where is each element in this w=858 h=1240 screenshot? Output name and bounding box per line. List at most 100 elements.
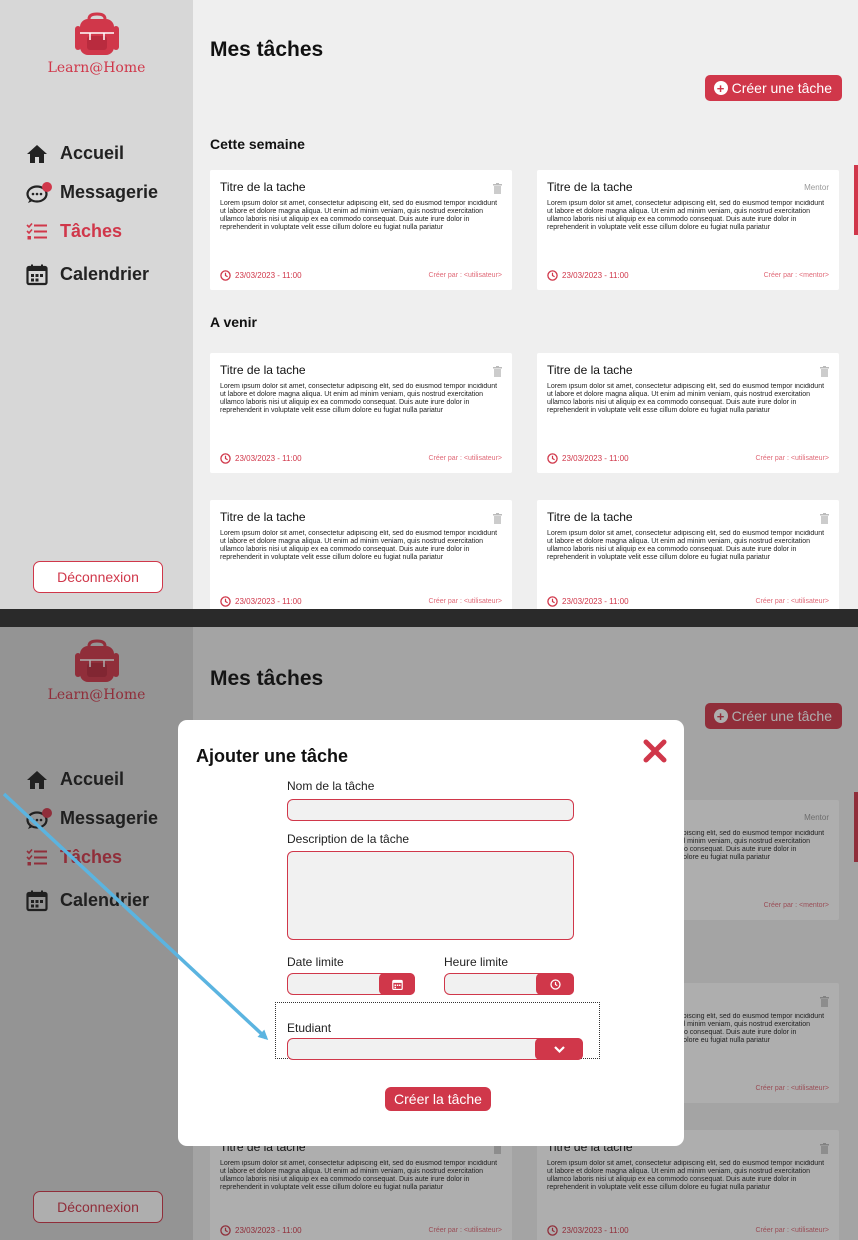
task-name-label: Nom de la tâche (287, 779, 375, 793)
sidebar-item-label: Messagerie (60, 182, 159, 202)
task-footer: 23/03/2023 - 11:00 Créer par : <utilisat… (220, 270, 502, 281)
chevron-down-icon (553, 1045, 565, 1053)
trash-icon[interactable] (493, 181, 502, 199)
task-description: Lorem ipsum dolor sit amet, consectetur … (220, 200, 498, 231)
task-description: Lorem ipsum dolor sit amet, consectetur … (547, 383, 825, 414)
mentor-tag: Mentor (804, 183, 829, 192)
task-description: Lorem ipsum dolor sit amet, consectetur … (547, 530, 825, 561)
task-description-label: Description de la tâche (287, 832, 410, 846)
sidebar-item-label: Tâches (60, 221, 123, 241)
task-description: Lorem ipsum dolor sit amet, consectetur … (220, 530, 498, 561)
main-content: Mes tâches + Créer une tâche Cette semai… (193, 0, 858, 609)
task-footer: 23/03/2023 - 11:00 Créer par : <mentor> (547, 270, 829, 281)
task-card[interactable]: Titre de la tache Lorem ipsum dolor sit … (537, 353, 839, 473)
task-created-by: Créer par : <utilisateur> (428, 598, 502, 605)
clock-icon (547, 596, 558, 607)
clock-icon (220, 270, 231, 281)
app-logo[interactable]: Learn@Home (0, 12, 193, 76)
add-task-screen: Learn@Home Accueil Messagerie Tâches Cal… (0, 627, 858, 1240)
trash-icon[interactable] (820, 511, 829, 529)
create-task-label: Créer une tâche (731, 80, 832, 96)
task-footer: 23/03/2023 - 11:00 Créer par : <utilisat… (547, 596, 829, 607)
close-icon[interactable] (642, 738, 668, 764)
task-title: Titre de la tache (220, 363, 306, 377)
task-created-by: Créer par : <utilisateur> (755, 598, 829, 605)
task-date-text: 23/03/2023 - 11:00 (235, 597, 302, 606)
task-deadline: 23/03/2023 - 11:00 (220, 270, 302, 281)
deadline-time-label: Heure limite (444, 955, 509, 969)
clock-icon (547, 453, 558, 464)
section-upcoming: A venir (210, 314, 257, 330)
task-card[interactable]: Titre de la tache Lorem ipsum dolor sit … (537, 500, 839, 609)
task-deadline: 23/03/2023 - 11:00 (547, 270, 629, 281)
student-label: Etudiant (287, 1021, 332, 1035)
task-card[interactable]: Titre de la tache Lorem ipsum dolor sit … (210, 170, 512, 290)
task-title: Titre de la tache (547, 510, 633, 524)
screen-divider (0, 609, 858, 627)
task-deadline: 23/03/2023 - 11:00 (220, 596, 302, 607)
sidebar-item-label: Accueil (60, 143, 125, 163)
task-footer: 23/03/2023 - 11:00 Créer par : <utilisat… (547, 453, 829, 464)
task-created-by: Créer par : <mentor> (763, 272, 829, 279)
task-description: Lorem ipsum dolor sit amet, consectetur … (547, 200, 825, 231)
scrollbar-thumb[interactable] (854, 165, 858, 235)
create-task-button[interactable]: + Créer une tâche (704, 75, 842, 101)
section-this-week: Cette semaine (210, 136, 305, 152)
task-description-textarea[interactable] (287, 851, 574, 940)
task-title: Titre de la tache (547, 180, 633, 194)
task-card[interactable]: Titre de la tache Lorem ipsum dolor sit … (210, 353, 512, 473)
clock-icon (220, 596, 231, 607)
task-footer: 23/03/2023 - 11:00 Créer par : <utilisat… (220, 596, 502, 607)
calendar-icon (26, 264, 60, 286)
trash-icon[interactable] (820, 364, 829, 382)
task-created-by: Créer par : <utilisateur> (428, 272, 502, 279)
task-description: Lorem ipsum dolor sit amet, consectetur … (220, 383, 498, 414)
sidebar-item-messagerie[interactable]: Messagerie (26, 173, 158, 212)
modal-title: Ajouter une tâche (196, 746, 349, 766)
task-title: Titre de la tache (547, 363, 633, 377)
clock-icon (549, 978, 561, 990)
task-page-screen: Learn@Home Accueil Messagerie Tâches Cal… (0, 0, 858, 609)
student-dropdown-button[interactable] (535, 1038, 583, 1060)
time-picker-button[interactable] (536, 973, 574, 995)
task-date-text: 23/03/2023 - 11:00 (235, 271, 302, 280)
chat-icon (26, 181, 60, 204)
task-created-by: Créer par : <utilisateur> (428, 455, 502, 462)
sidebar-item-accueil[interactable]: Accueil (26, 134, 158, 173)
task-title: Titre de la tache (220, 180, 306, 194)
add-task-modal: Ajouter une tâche Nom de la tâche Descri… (178, 720, 684, 1146)
sidebar-item-calendrier[interactable]: Calendrier (26, 255, 158, 294)
trash-icon[interactable] (493, 364, 502, 382)
deadline-date-label: Date limite (287, 955, 344, 969)
clock-icon (220, 453, 231, 464)
task-date-text: 23/03/2023 - 11:00 (562, 271, 629, 280)
logout-button[interactable]: Déconnexion (33, 561, 163, 593)
sidebar-nav: Accueil Messagerie Tâches Calendrier (26, 134, 158, 294)
task-deadline: 23/03/2023 - 11:00 (547, 453, 629, 464)
task-footer: 23/03/2023 - 11:00 Créer par : <utilisat… (220, 453, 502, 464)
backpack-logo-icon (74, 12, 119, 55)
trash-icon[interactable] (493, 511, 502, 529)
task-date-text: 23/03/2023 - 11:00 (562, 597, 629, 606)
create-task-submit-button[interactable]: Créer la tâche (385, 1087, 491, 1111)
sidebar-item-taches[interactable]: Tâches (26, 212, 158, 251)
task-card[interactable]: Titre de la tache Mentor Lorem ipsum dol… (537, 170, 839, 290)
task-title: Titre de la tache (220, 510, 306, 524)
task-date-text: 23/03/2023 - 11:00 (235, 454, 302, 463)
task-deadline: 23/03/2023 - 11:00 (547, 596, 629, 607)
task-list-icon (26, 222, 60, 241)
plus-circle-icon: + (713, 81, 728, 95)
task-name-input[interactable] (287, 799, 574, 821)
sidebar-item-label: Calendrier (60, 264, 150, 284)
sidebar: Learn@Home Accueil Messagerie Tâches Cal… (0, 0, 193, 609)
calendar-icon (391, 979, 403, 990)
home-icon (26, 144, 60, 164)
app-name: Learn@Home (47, 60, 146, 76)
task-created-by: Créer par : <utilisateur> (755, 455, 829, 462)
page-title: Mes tâches (210, 38, 324, 61)
clock-icon (547, 270, 558, 281)
date-picker-button[interactable] (379, 973, 415, 995)
task-date-text: 23/03/2023 - 11:00 (562, 454, 629, 463)
task-deadline: 23/03/2023 - 11:00 (220, 453, 302, 464)
task-card[interactable]: Titre de la tache Lorem ipsum dolor sit … (210, 500, 512, 609)
